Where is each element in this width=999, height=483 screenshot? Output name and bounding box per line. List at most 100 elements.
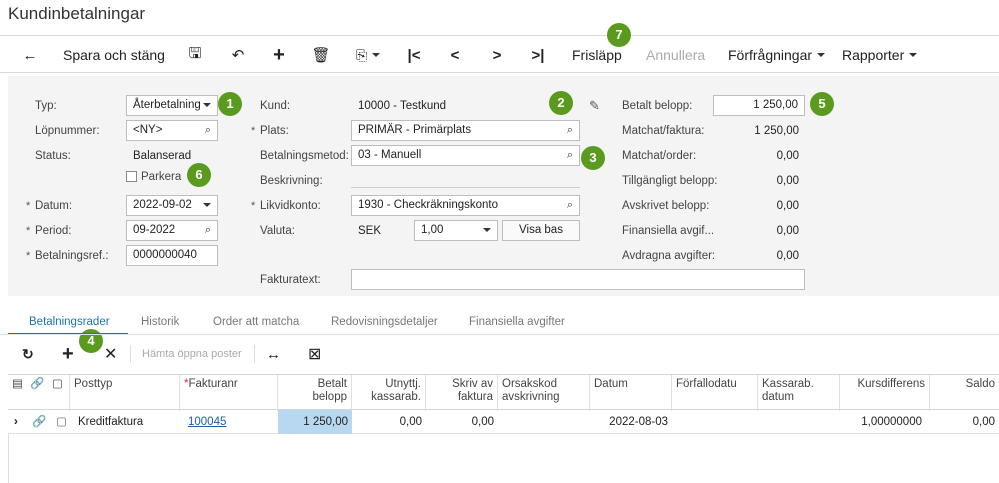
inquiries-menu[interactable]: Förfrågningar [728, 46, 826, 64]
tab-finance-charges[interactable]: Finansiella avgifter [469, 316, 565, 328]
cell-balance[interactable]: 0,00 [930, 410, 999, 434]
back-icon[interactable]: ← [22, 46, 38, 64]
cell-cash-discount-date[interactable] [758, 410, 840, 434]
required-mark: * [251, 200, 256, 212]
paid-amount-field[interactable]: 1 250,00 [713, 95, 805, 116]
available-value: 0,00 [776, 175, 799, 187]
col-amount-paid[interactable]: Betalt belopp [278, 375, 352, 411]
payref-field[interactable]: 0000000040 [126, 245, 218, 266]
cell-date[interactable]: 2022-08-03 [590, 410, 672, 434]
tab-payment-lines[interactable]: Betalningsrader [29, 316, 110, 328]
applied-invoice-value: 1 250,00 [754, 125, 799, 137]
col-ref-nbr[interactable]: *Fakturanr [180, 375, 278, 411]
add-row-icon[interactable]: + [62, 343, 74, 365]
chevron-down-icon [372, 53, 381, 57]
col-writeoff-reason[interactable]: Orsakskod avskrivning [498, 375, 590, 411]
col-doc-type[interactable]: Posttyp [70, 375, 180, 411]
chevron-down-icon [909, 53, 918, 57]
callout-badge-3: 3 [581, 146, 605, 170]
hold-label: Parkera [141, 171, 182, 183]
date-field[interactable]: 2022-09-02 [126, 195, 218, 216]
tab-divider [0, 334, 999, 335]
chevron-down-icon [478, 224, 491, 236]
cash-account-field[interactable]: 1930 - Checkräkningskonto ⌕ [351, 195, 580, 216]
previous-record-icon[interactable]: < [447, 46, 463, 64]
col-balance[interactable]: Saldo [930, 375, 999, 411]
view-base-button[interactable]: Visa bas [502, 220, 580, 241]
delete-icon[interactable]: 🗑 [311, 46, 330, 64]
method-field[interactable]: 03 - Manuell ⌕ [351, 145, 580, 166]
callout-badge-5: 5 [810, 92, 834, 116]
cell-doc-type[interactable]: Kreditfaktura [74, 410, 147, 434]
callout-badge-1: 1 [218, 92, 242, 116]
cell-writeoff[interactable]: 0,00 [426, 410, 498, 434]
period-value: 09-2022 [133, 224, 176, 236]
reports-menu[interactable]: Rapporter [842, 46, 918, 64]
tab-orders-to-apply[interactable]: Order att matcha [213, 316, 299, 328]
cell-writeoff-reason[interactable] [498, 410, 590, 434]
cell-due-date[interactable] [672, 410, 758, 434]
col-date[interactable]: Datum [590, 375, 672, 411]
load-documents-button[interactable]: Hämta öppna poster [142, 345, 242, 363]
fit-columns-icon[interactable]: ↔ [266, 345, 281, 363]
location-value: PRIMÄR - Primärplats [358, 124, 472, 136]
cash-account-value: 1930 - Checkräkningskonto [358, 199, 498, 211]
row-selector-icon[interactable]: › [10, 410, 22, 434]
description-field[interactable] [351, 167, 580, 188]
currency-label: Valuta: [260, 225, 295, 237]
writeoff-label: Avskrivet belopp: [622, 200, 710, 212]
status-label: Status: [35, 150, 71, 162]
period-field[interactable]: 09-2022 ⌕ [126, 220, 218, 241]
paid-amount-label: Betalt belopp: [622, 100, 693, 112]
hold-checkbox[interactable]: Parkera [126, 171, 181, 183]
location-field[interactable]: PRIMÄR - Primärplats ⌕ [351, 120, 580, 141]
cash-account-label: * Likvidkonto: [251, 200, 321, 212]
grid-left-border [8, 434, 9, 483]
currency-rate-field[interactable]: 1,00 [414, 220, 498, 241]
customer-label: Kund: [260, 100, 291, 112]
col-writeoff[interactable]: Skriv av faktura [426, 375, 498, 411]
checkbox-icon [126, 171, 137, 183]
edit-pencil-icon[interactable]: ✎ [589, 98, 600, 114]
applied-invoice-label: Matchat/faktura: [622, 125, 705, 137]
save-close-button[interactable]: Spara och stäng [63, 46, 165, 64]
save-icon[interactable]: 🖫 [186, 45, 204, 64]
fin-charges-value: 0,00 [776, 225, 799, 237]
invoice-text-field[interactable] [351, 269, 805, 290]
refresh-icon[interactable]: ↻ [22, 345, 34, 363]
col-rate-diff[interactable]: Kursdifferens [840, 375, 930, 411]
export-excel-icon[interactable]: ⊠ [308, 345, 321, 363]
last-record-icon[interactable]: >| [528, 46, 548, 64]
cell-ref-nbr-link[interactable]: 100045 [184, 410, 230, 434]
number-field[interactable]: <NY> ⌕ [126, 120, 218, 141]
grid-header: ▤ 🔗 ▢ Posttyp *Fakturanr Betalt belopp U… [8, 374, 999, 411]
fin-charges-label: Finansiella avgif... [622, 225, 715, 237]
tab-financial-details[interactable]: Redovisningsdetaljer [331, 316, 438, 328]
add-icon[interactable]: + [270, 44, 288, 66]
table-row[interactable]: › 🔗 ▢ Kreditfaktura 100045 1 250,00 0,00… [8, 410, 999, 434]
type-select[interactable]: Återbetalning [126, 95, 218, 116]
writeoff-value: 0,00 [776, 200, 799, 212]
type-value: Återbetalning [133, 99, 201, 111]
cell-cash-discount[interactable]: 0,00 [352, 410, 426, 434]
first-record-icon[interactable]: |< [404, 46, 424, 64]
cell-rate-diff[interactable]: 1,00000000 [840, 410, 926, 434]
required-mark: * [26, 225, 31, 237]
cancel-button[interactable]: Annullera [646, 46, 705, 64]
undo-icon[interactable]: ↶ [229, 46, 247, 64]
attachment-icon[interactable]: 🔗 [28, 410, 50, 434]
tab-history[interactable]: Historik [141, 316, 179, 328]
col-due-date[interactable]: Förfallodatu [672, 375, 758, 411]
note-icon[interactable]: ▢ [52, 410, 71, 434]
row-settings-icon[interactable]: ▤ [8, 375, 26, 411]
callout-badge-6: 6 [187, 163, 211, 187]
release-button[interactable]: Frisläpp [572, 46, 622, 64]
cell-amount-paid[interactable]: 1 250,00 [278, 410, 352, 434]
col-cash-discount[interactable]: Utnyttj. kassarab. [352, 375, 426, 411]
next-record-icon[interactable]: > [489, 46, 505, 64]
period-label-text: Period: [35, 225, 72, 237]
payref-value: 0000000040 [133, 249, 197, 261]
col-cash-discount-date[interactable]: Kassarab. datum [758, 375, 840, 411]
delete-row-icon[interactable]: ✕ [104, 345, 117, 363]
copy-paste-menu[interactable]: ⎘ [356, 46, 381, 64]
